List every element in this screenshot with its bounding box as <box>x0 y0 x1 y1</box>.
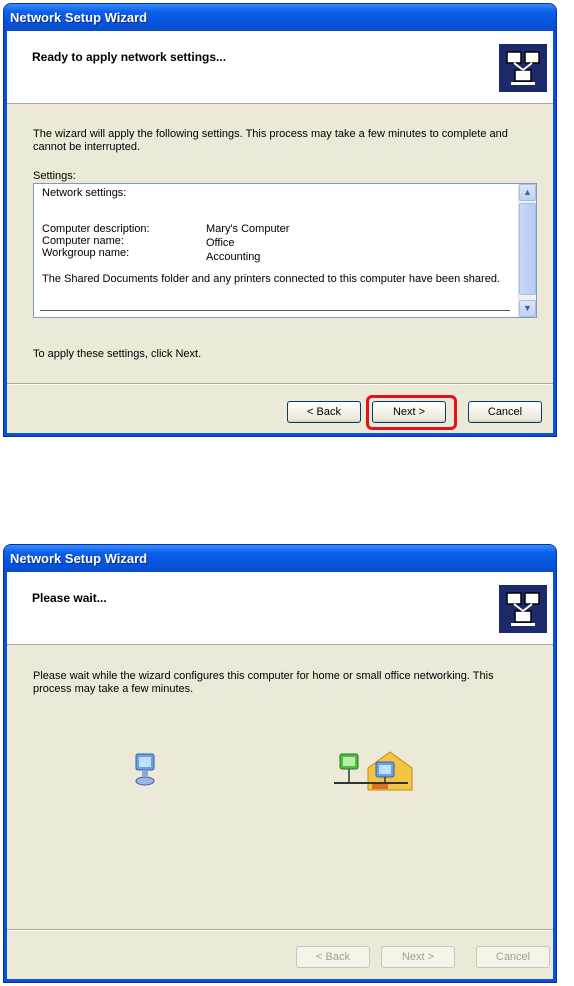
intro-text: The wizard will apply the following sett… <box>33 128 508 153</box>
window-title: Network Setup Wizard <box>4 545 556 572</box>
next-button[interactable]: Next > <box>381 946 455 968</box>
network-wizard-icon <box>499 44 547 92</box>
scroll-thumb[interactable] <box>519 203 536 295</box>
next-button-label: Next > <box>401 951 435 963</box>
settings-label: Settings: <box>33 170 76 182</box>
home-network-icon <box>332 750 420 794</box>
computer-icon <box>134 752 156 788</box>
cancel-button-label: Cancel <box>495 951 531 963</box>
wait-message: Please wait while the wizard configures … <box>33 670 494 695</box>
back-button[interactable]: < Back <box>287 401 361 423</box>
next-button-label: Next > <box>392 406 426 418</box>
window-title: Network Setup Wizard <box>4 4 556 31</box>
header-title: Ready to apply network settings... <box>32 50 227 64</box>
list-divider <box>40 310 510 311</box>
row-label: Workgroup name: <box>42 247 130 259</box>
instruction-text: To apply these settings, click Next. <box>33 348 202 360</box>
scroll-up-button[interactable]: ▲ <box>519 184 536 201</box>
row-value: Mary's Computer <box>206 223 290 235</box>
network-wizard-icon <box>499 585 547 633</box>
dialog-frame: Please wait... Please wait while the wiz… <box>7 572 553 979</box>
shared-note: The Shared Documents folder and any prin… <box>42 273 500 285</box>
back-button-label: < Back <box>307 406 341 418</box>
wizard-window-please-wait: Network Setup Wizard Please wait... Plea… <box>4 545 556 982</box>
cancel-button[interactable]: Cancel <box>476 946 550 968</box>
wizard-header: Please wait... <box>7 572 553 645</box>
header-title: Please wait... <box>32 591 107 605</box>
back-button[interactable]: < Back <box>296 946 370 968</box>
row-value: Office <box>206 237 235 249</box>
row-label: Computer description: <box>42 223 150 235</box>
row-value: Accounting <box>206 251 261 263</box>
list-heading: Network settings: <box>42 187 127 199</box>
vertical-scrollbar[interactable]: ▲ ▼ <box>518 184 536 317</box>
wizard-header: Ready to apply network settings... <box>7 31 553 104</box>
scroll-down-button[interactable]: ▼ <box>519 300 536 317</box>
cancel-button[interactable]: Cancel <box>468 401 542 423</box>
back-button-label: < Back <box>316 951 350 963</box>
next-button[interactable]: Next > <box>372 401 446 423</box>
settings-listbox[interactable]: Network settings: Computer description: … <box>33 183 537 318</box>
button-separator <box>7 383 553 385</box>
settings-list-content: Network settings: Computer description: … <box>36 186 516 315</box>
row-label: Computer name: <box>42 235 124 247</box>
cancel-button-label: Cancel <box>487 406 523 418</box>
dialog-frame: Ready to apply network settings... The w… <box>7 31 553 433</box>
wizard-window-ready: Network Setup Wizard Ready to apply netw… <box>4 4 556 436</box>
button-separator <box>7 929 553 931</box>
